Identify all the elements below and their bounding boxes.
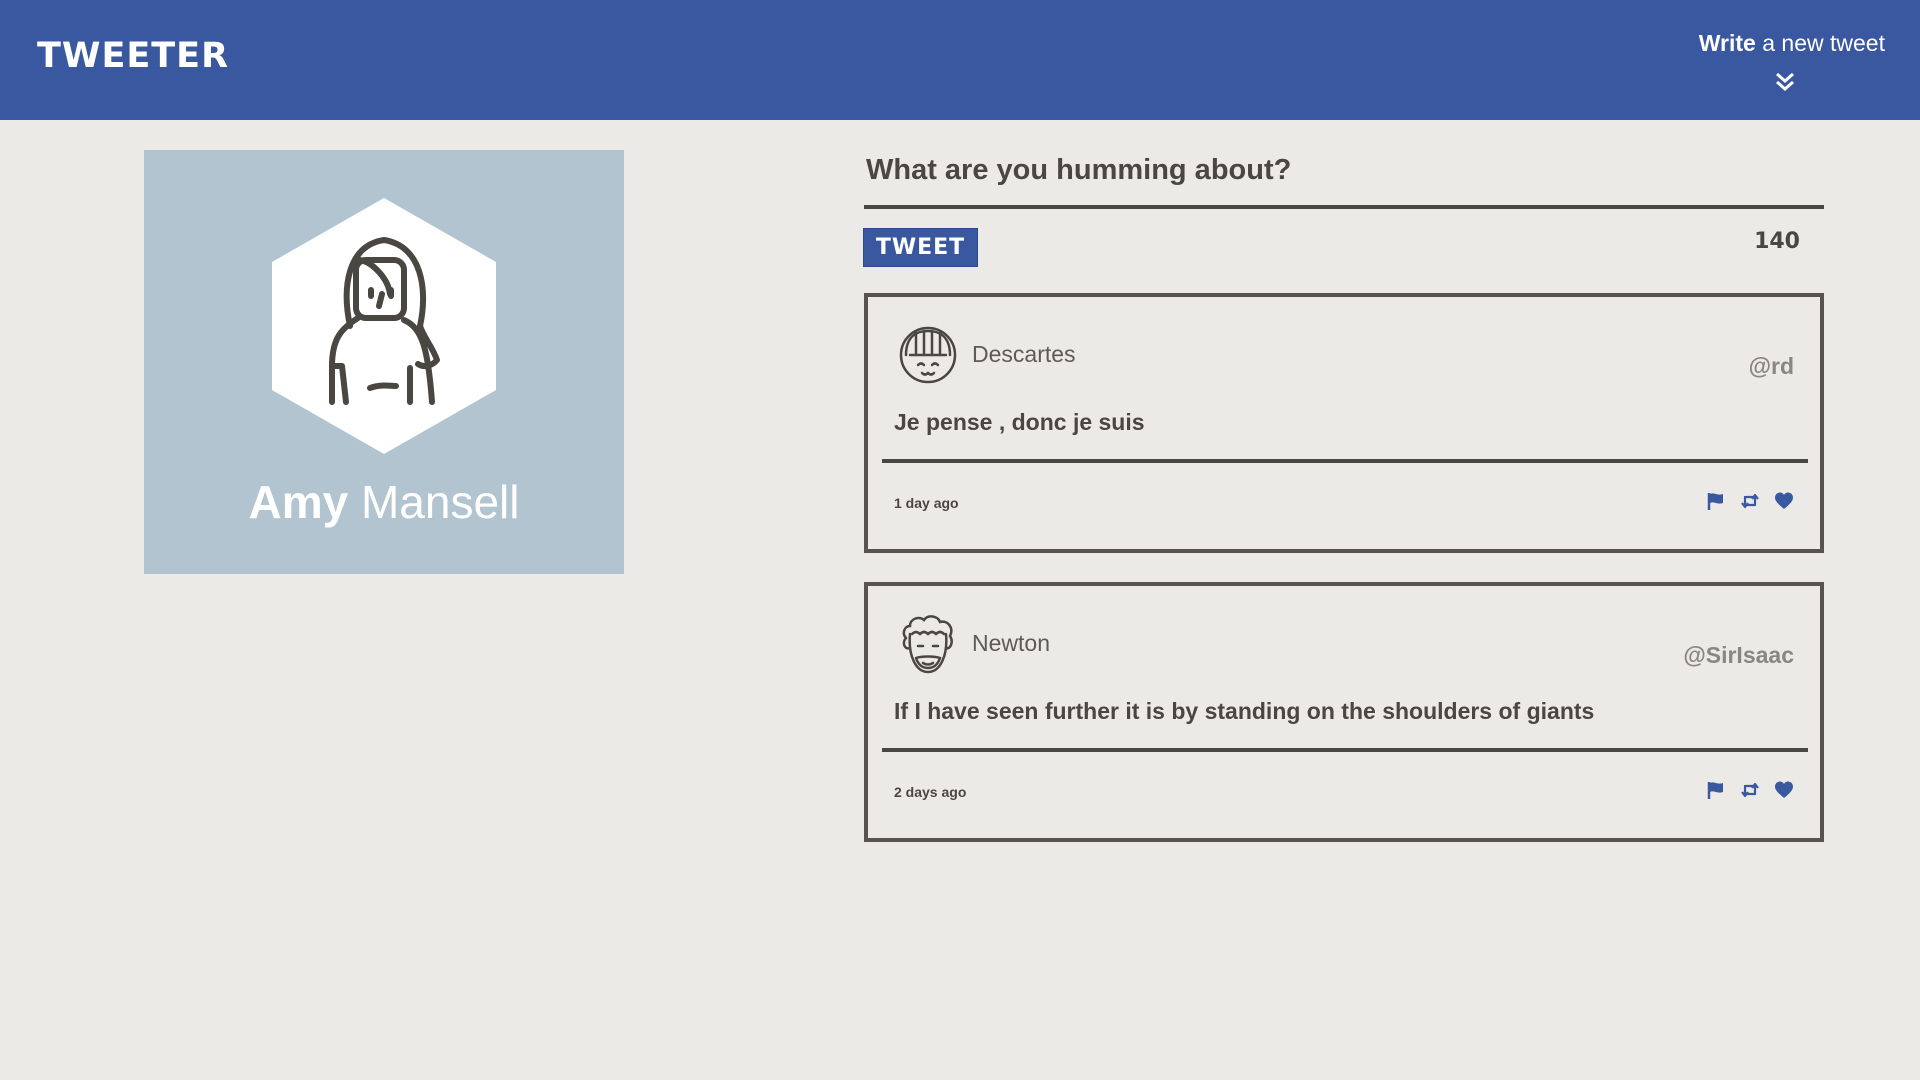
composer-underline: [864, 205, 1824, 209]
tweet-text: If I have seen further it is by standing…: [894, 698, 1595, 724]
heart-icon[interactable]: [1774, 491, 1794, 511]
app-logo[interactable]: TWEETER: [37, 36, 229, 76]
girl-face-avatar-icon: [899, 326, 957, 384]
tweet-submit-button[interactable]: TWEET: [864, 229, 977, 266]
curly-hair-face-avatar-icon: [902, 615, 953, 674]
tweet-composer: What are you humming about? TWEET 140: [864, 145, 1824, 266]
tweet-handle[interactable]: @rd: [1749, 353, 1794, 380]
retweet-icon[interactable]: [1740, 780, 1760, 800]
tweet-timestamp: 1 day ago: [894, 495, 959, 511]
top-navbar: TWEETER Write a new tweet: [0, 0, 1920, 120]
tweet-divider: [882, 459, 1808, 463]
character-counter: 140: [1754, 229, 1800, 254]
profile-card: Amy Mansell: [144, 150, 624, 574]
write-new-tweet-toggle[interactable]: Write a new tweet: [1665, 30, 1885, 100]
tweet-input[interactable]: What are you humming about?: [864, 145, 1824, 205]
tweet-author: Descartes: [972, 341, 1076, 367]
tweet-author: Newton: [972, 630, 1050, 656]
write-new-tweet-label: Write a new tweet: [1698, 30, 1885, 56]
profile-name: Amy Mansell: [248, 476, 520, 528]
heart-icon[interactable]: [1774, 780, 1794, 800]
retweet-icon[interactable]: [1740, 491, 1760, 511]
double-chevron-down-icon[interactable]: [1773, 70, 1797, 94]
tweet-actions: [1706, 491, 1794, 511]
tweet-timestamp: 2 days ago: [894, 784, 967, 800]
tweet-card: Newton @SirIsaac If I have seen further …: [864, 582, 1824, 842]
tweet-handle[interactable]: @SirIsaac: [1683, 642, 1794, 669]
flag-icon[interactable]: [1706, 780, 1726, 800]
tweet-divider: [882, 748, 1808, 752]
tweet-text: Je pense , donc je suis: [894, 409, 1145, 435]
flag-icon[interactable]: [1706, 491, 1726, 511]
tweet-actions: [1706, 780, 1794, 800]
woman-avatar-icon: [272, 198, 496, 454]
tweet-card: Descartes @rd Je pense , donc je suis 1 …: [864, 293, 1824, 553]
